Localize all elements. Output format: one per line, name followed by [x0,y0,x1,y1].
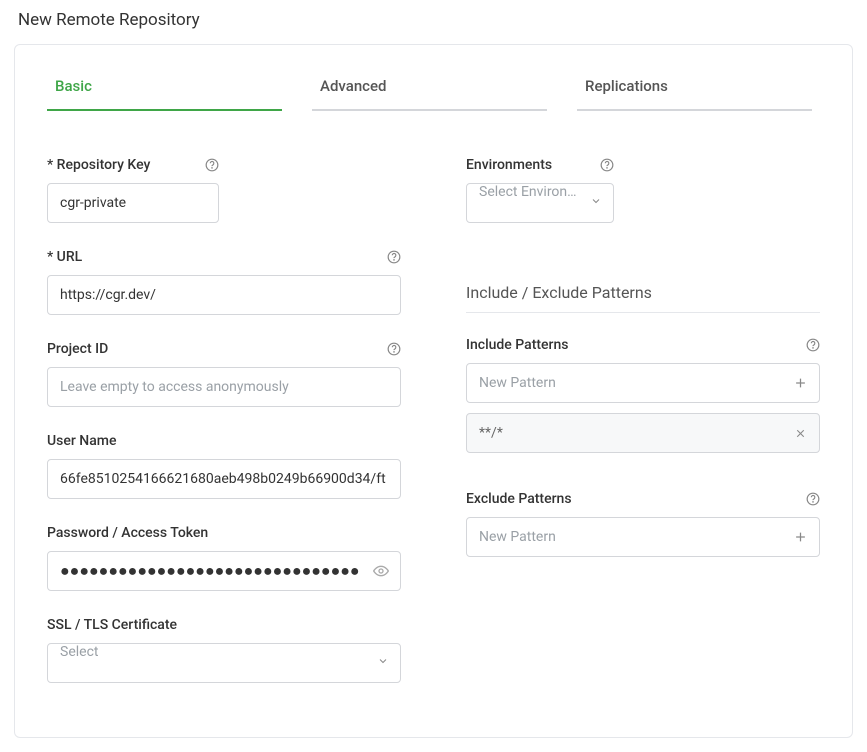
url-input[interactable] [47,275,401,315]
project-id-label: Project ID [47,341,108,357]
environments-select[interactable]: Select Environments [466,183,614,223]
exclude-pattern-input[interactable] [466,517,820,557]
tab-advanced[interactable]: Advanced [312,73,547,111]
tab-basic[interactable]: Basic [47,73,282,111]
tab-replications[interactable]: Replications [577,73,812,111]
ssl-select[interactable]: Select [47,643,401,683]
plus-icon[interactable] [793,376,808,391]
repo-key-input[interactable] [47,183,219,223]
close-icon[interactable] [794,427,807,440]
password-label: Password / Access Token [47,525,208,541]
repo-key-label: * Repository Key [47,157,150,173]
project-id-input[interactable] [47,367,401,407]
plus-icon[interactable] [793,530,808,545]
user-name-label: User Name [47,433,116,449]
help-icon[interactable] [205,158,219,172]
help-icon[interactable] [387,342,401,356]
help-icon[interactable] [600,158,614,172]
user-name-input[interactable] [47,459,401,499]
help-icon[interactable] [806,492,820,506]
environments-label: Environments [466,157,552,173]
pattern-chip-text: **/* [479,425,503,441]
right-column: Environments Select Environments Include… [466,157,820,709]
include-patterns-label: Include Patterns [466,337,568,353]
ssl-label: SSL / TLS Certificate [47,617,177,633]
include-pattern-input[interactable] [466,363,820,403]
help-icon[interactable] [387,250,401,264]
form-card: Basic Advanced Replications * Repository… [14,44,853,738]
pattern-chip: **/* [466,413,820,453]
page-title: New Remote Repository [0,0,867,44]
left-column: * Repository Key * URL Pro [47,157,401,709]
eye-icon[interactable] [373,563,389,579]
password-input[interactable] [47,551,401,591]
help-icon[interactable] [806,338,820,352]
url-label: * URL [47,249,82,265]
tabs: Basic Advanced Replications [47,73,820,111]
patterns-section-header: Include / Exclude Patterns [466,283,820,313]
exclude-patterns-label: Exclude Patterns [466,491,572,507]
